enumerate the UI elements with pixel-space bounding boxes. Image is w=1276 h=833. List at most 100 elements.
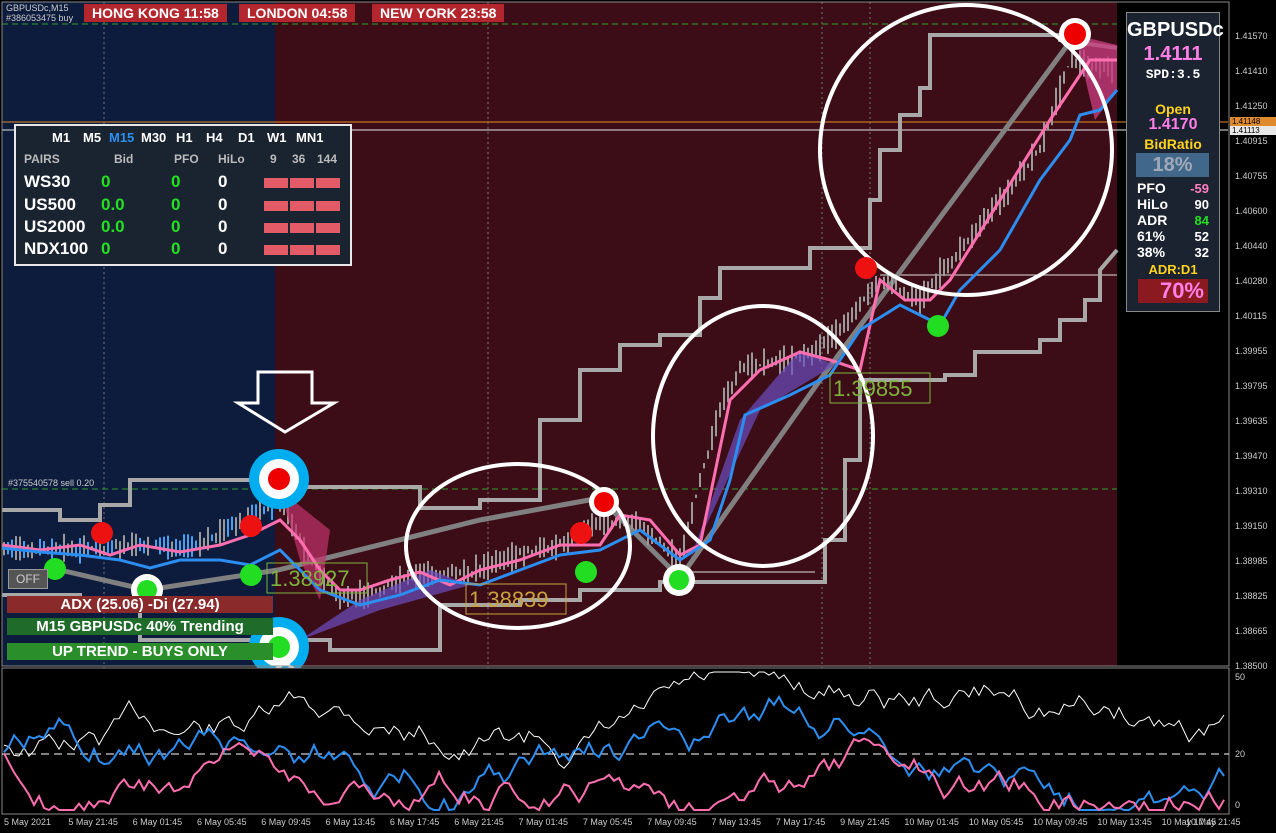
time-axis-label: 10 May 13:45 xyxy=(1097,817,1152,827)
time-axis-label: 7 May 05:45 xyxy=(582,817,633,827)
price-axis-label: 1.39795 xyxy=(1235,381,1268,391)
price-axis-label: 1.39635 xyxy=(1235,416,1268,426)
price-axis-label: 1.39150 xyxy=(1235,521,1268,531)
time-axis-label: 7 May 17:45 xyxy=(775,817,826,827)
tf-m5[interactable]: M5 xyxy=(83,130,101,145)
price-axis-label: 1.38985 xyxy=(1235,556,1268,566)
header-144: 144 xyxy=(317,152,338,166)
header-pfo: PFO xyxy=(174,152,199,166)
time-axis-label: 5 May 21:45 xyxy=(68,817,118,827)
price-axis-label: 1.39955 xyxy=(1235,346,1268,356)
stat-pfo-value: -59 xyxy=(1190,181,1209,196)
time-axis-label: 7 May 09:45 xyxy=(647,817,697,827)
hilo-us2000: 0 xyxy=(218,217,228,236)
osc-axis-20: 20 xyxy=(1235,749,1246,759)
clock-london: LONDON 04:58 xyxy=(239,4,356,22)
pair-ndx100[interactable]: NDX100 xyxy=(24,239,88,259)
pfo-us2000: 0 xyxy=(171,217,181,236)
adx-status: ADX (25.06) -Di (27.94) xyxy=(7,596,273,613)
bid-ws30: 0 xyxy=(101,172,111,191)
order-label-sell: #375540578 sell 0.20 xyxy=(8,478,95,488)
off-button[interactable]: OFF xyxy=(8,569,48,589)
chart-title: GBPUSDc,M15 xyxy=(6,3,69,13)
tf-h4[interactable]: H4 xyxy=(206,130,223,145)
price-label-3: 1.39855 xyxy=(833,376,913,401)
tf-m30[interactable]: M30 xyxy=(141,130,166,145)
price-axis-label: 1.38825 xyxy=(1235,591,1268,601)
time-axis-label: 7 May 01:45 xyxy=(518,817,569,827)
header-hilo: HiLo xyxy=(218,152,245,166)
stat-hilo-value: 90 xyxy=(1194,197,1209,212)
ringed-dot-sell-2 xyxy=(1059,18,1091,50)
tf-w1[interactable]: W1 xyxy=(267,130,287,145)
pair-ws30[interactable]: WS30 xyxy=(24,172,70,192)
header-pairs: PAIRS xyxy=(24,152,60,166)
info-symbol: GBPUSDc xyxy=(1127,19,1224,41)
stat-adr-value: 84 xyxy=(1194,213,1209,228)
symbol-info-panel: GBPUSDc 1.4111 SPD:3.5 Open 1.4170 BidRa… xyxy=(1126,12,1224,312)
time-axis-label: 6 May 09:45 xyxy=(261,817,311,827)
bid-us2000: 0.0 xyxy=(101,217,125,236)
bid-tag-text: 1.41113 xyxy=(1232,126,1260,135)
tf-m1[interactable]: M1 xyxy=(52,130,70,145)
tf-m15[interactable]: M15 xyxy=(109,130,134,145)
pairs-dashboard: M1 M5 M15 M30 H1 H4 D1 W1 MN1 PAIRS Bid … xyxy=(14,124,352,266)
pair-us500[interactable]: US500 xyxy=(24,195,76,215)
pfo-ndx100: 0 xyxy=(171,239,181,258)
price-axis-label: 1.40115 xyxy=(1235,311,1267,321)
time-axis-label: 5 May 2021 xyxy=(4,817,52,827)
price-axis-label: 1.40600 xyxy=(1235,206,1268,216)
price-axis-label: 1.38500 xyxy=(1235,661,1268,671)
price-label-2: 1.38839 xyxy=(469,587,549,612)
clock-hong-kong: HONG KONG 11:58 xyxy=(84,4,227,22)
header-bid: Bid xyxy=(114,152,134,166)
time-axis-label: 10 May 05:45 xyxy=(968,817,1024,827)
trend-strength-status: M15 GBPUSDc 40% Trending xyxy=(7,618,273,635)
info-bidratio-value: 18% xyxy=(1136,153,1209,177)
pfo-ws30: 0 xyxy=(171,172,181,191)
info-price: 1.4111 xyxy=(1143,43,1203,65)
info-open-value: 1.4170 xyxy=(1148,116,1198,133)
stat-61-value: 52 xyxy=(1194,229,1209,244)
info-adr-label: ADR:D1 xyxy=(1148,262,1198,277)
time-axis-label: 10 May 09:45 xyxy=(1033,817,1088,827)
tf-d1[interactable]: D1 xyxy=(238,130,255,145)
header-36: 36 xyxy=(292,152,306,166)
oscillator-panel xyxy=(1,667,1230,815)
ringed-dot-buy-2 xyxy=(663,564,695,596)
time-axis-label: 9 May 21:45 xyxy=(840,817,890,827)
info-spread: SPD:3.5 xyxy=(1145,67,1201,82)
price-axis-label: 1.40280 xyxy=(1235,276,1268,286)
order-label-top: #386053475 buy xyxy=(6,13,74,23)
price-axis-label: 1.41250 xyxy=(1235,101,1268,111)
price-axis-label: 1.40915 xyxy=(1235,136,1268,146)
clock-new-york: NEW YORK 23:58 xyxy=(372,4,505,22)
pfo-us500: 0 xyxy=(171,195,181,214)
ask-tag-text: 1.41148 xyxy=(1232,117,1261,126)
time-axis-label: 6 May 13:45 xyxy=(325,817,376,827)
bid-ndx100: 0 xyxy=(101,239,111,258)
ringed-dot-sell-1 xyxy=(589,487,619,517)
time-axis-label: 6 May 05:45 xyxy=(196,817,247,827)
header-9: 9 xyxy=(270,152,277,166)
tf-mn1[interactable]: MN1 xyxy=(296,130,323,145)
price-label-1: 1.38927 xyxy=(270,566,350,591)
info-adr-value: 70% xyxy=(1138,279,1208,303)
osc-axis-50: 50 xyxy=(1235,672,1246,682)
info-open-label: Open xyxy=(1155,101,1191,117)
hilo-us500: 0 xyxy=(218,195,228,214)
time-axis-label: 6 May 17:45 xyxy=(389,817,440,827)
time-axis-label: 6 May 21:45 xyxy=(454,817,504,827)
price-axis-label: 1.38665 xyxy=(1235,626,1268,636)
tf-h1[interactable]: H1 xyxy=(176,130,193,145)
pair-us2000[interactable]: US2000 xyxy=(24,217,85,237)
stat-adr-label: ADR xyxy=(1137,212,1168,228)
trend-direction-status: UP TREND - BUYS ONLY xyxy=(7,643,273,660)
osc-axis-0: 0 xyxy=(1235,800,1241,810)
time-axis-label: 10 May 01:45 xyxy=(904,817,959,827)
info-bidratio-label: BidRatio xyxy=(1144,136,1202,152)
price-axis-label: 1.41410 xyxy=(1235,66,1268,76)
hilo-ws30: 0 xyxy=(218,172,228,191)
stat-hilo-label: HiLo xyxy=(1137,196,1169,212)
price-axis-label: 1.40440 xyxy=(1235,241,1268,251)
